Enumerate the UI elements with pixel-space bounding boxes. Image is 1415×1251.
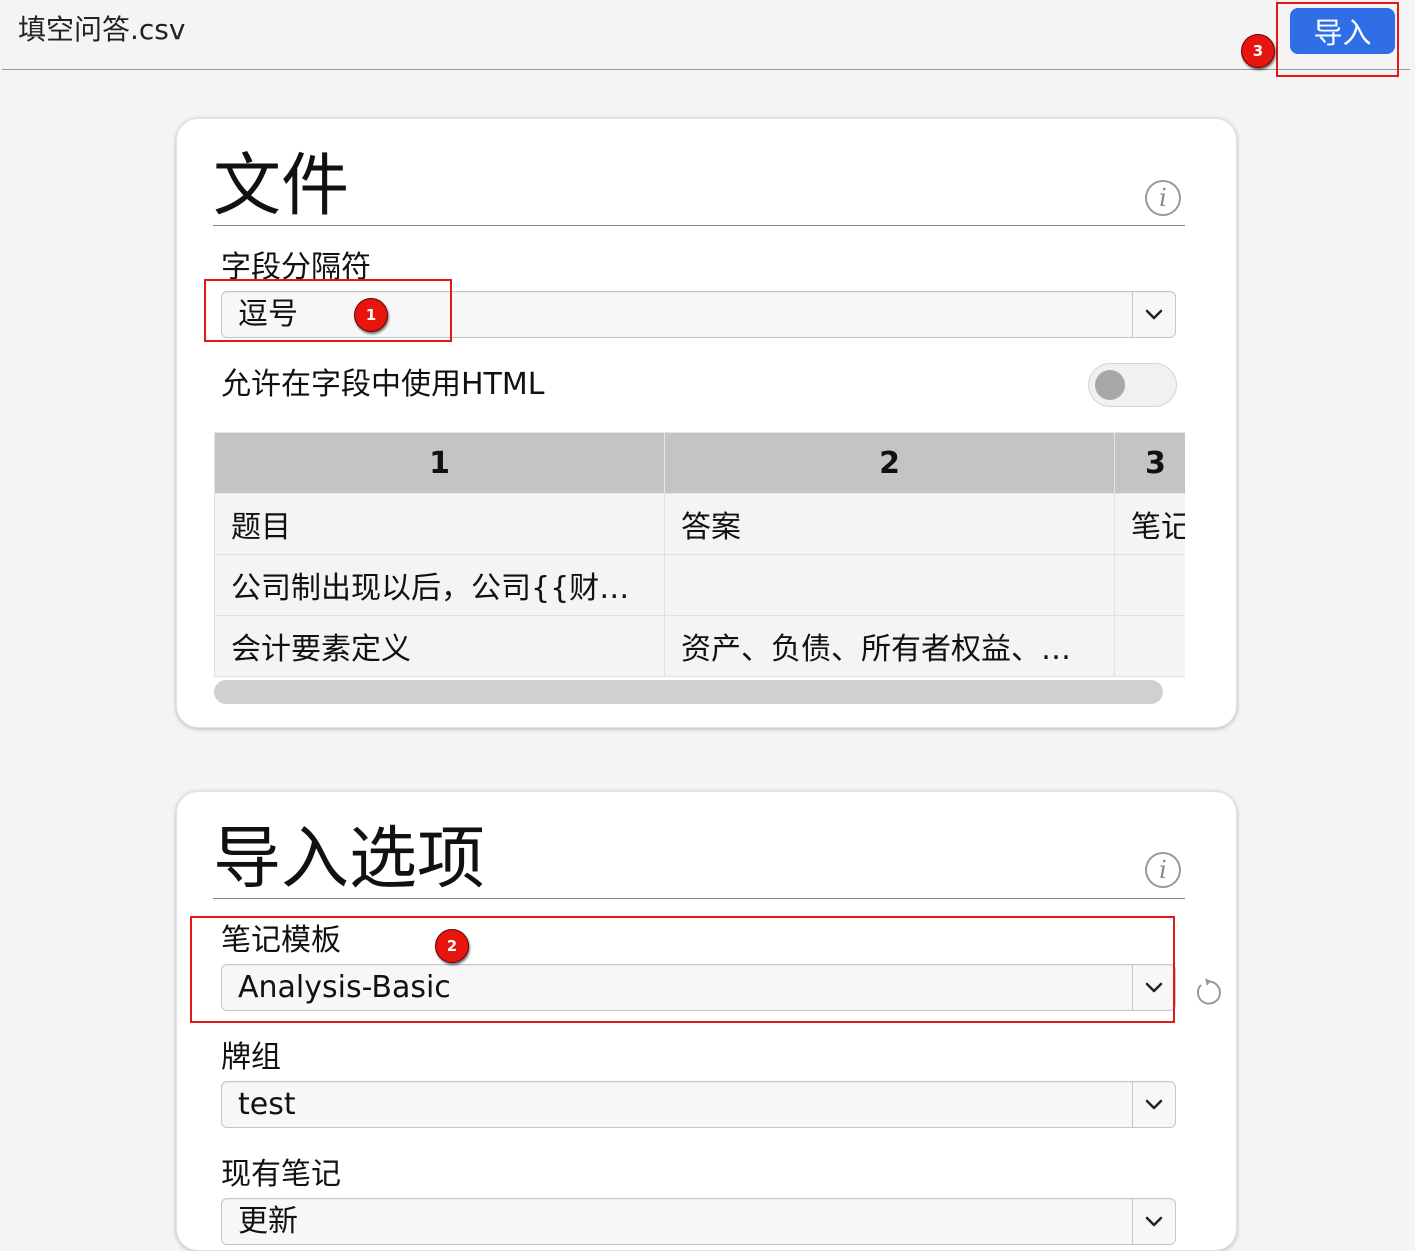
table-cell [1114,554,1185,616]
allow-html-label: 允许在字段中使用HTML [221,367,545,402]
deck-label: 牌组 [221,1040,281,1075]
annotation-badge-3: 3 [1241,34,1275,68]
info-icon[interactable]: i [1145,180,1181,216]
annotation-box-import [1276,2,1399,77]
column-header: 2 [664,432,1115,494]
top-bar: 填空问答.csv 导入 [0,0,1415,70]
csv-preview[interactable]: 1 2 3 题目 答案 笔记 公司制出现以后，公司{{财产… 会计要素定义 资产… [214,432,1185,705]
table-cell [664,554,1115,616]
table-row: 题目 答案 笔记 [214,493,1185,555]
deck-select[interactable]: test [221,1081,1176,1128]
table-cell: 资产、负债、所有者权益、收… [664,615,1115,677]
table-cell: 公司制出现以后，公司{{财产… [214,554,665,616]
column-header: 1 [214,432,665,494]
file-section-title: 文件 [213,147,350,226]
column-header: 3 [1114,432,1185,494]
top-divider [2,69,1410,70]
allow-html-toggle[interactable] [1088,363,1177,407]
deck-value: test [238,1087,296,1122]
table-cell: 答案 [664,493,1115,555]
table-header-row: 1 2 3 [214,432,1185,494]
table-cell: 题目 [214,493,665,555]
chevron-down-icon [1132,292,1175,337]
annotation-box-notetype [190,916,1175,1023]
chevron-down-icon [1132,1199,1175,1244]
table-cell [1114,615,1185,677]
horizontal-scrollbar[interactable] [214,680,1163,704]
existing-notes-label: 现有笔记 [221,1157,341,1192]
chevron-down-icon [1132,1082,1175,1127]
annotation-badge-1: 1 [354,298,388,332]
existing-notes-select[interactable]: 更新 [221,1198,1176,1245]
existing-notes-value: 更新 [238,1204,298,1239]
annotation-badge-2: 2 [435,929,469,963]
file-name: 填空问答.csv [18,13,186,46]
table-row: 公司制出现以后，公司{{财产… [214,554,1185,616]
file-card: 文件 i 字段分隔符 逗号 允许在字段中使用HTML 1 2 3 题目 答案 笔… [176,118,1237,728]
section-divider [213,898,1185,899]
table-cell: 会计要素定义 [214,615,665,677]
toggle-knob [1095,370,1125,400]
table-cell: 笔记 [1114,493,1185,555]
table-row: 会计要素定义 资产、负债、所有者权益、收… [214,615,1185,677]
info-icon[interactable]: i [1145,852,1181,888]
import-section-title: 导入选项 [213,820,486,899]
section-divider [213,225,1185,226]
preview-table: 1 2 3 题目 答案 笔记 公司制出现以后，公司{{财产… 会计要素定义 资产… [214,432,1185,677]
annotation-box-delimiter [204,279,452,342]
reset-icon[interactable] [1191,977,1221,1007]
